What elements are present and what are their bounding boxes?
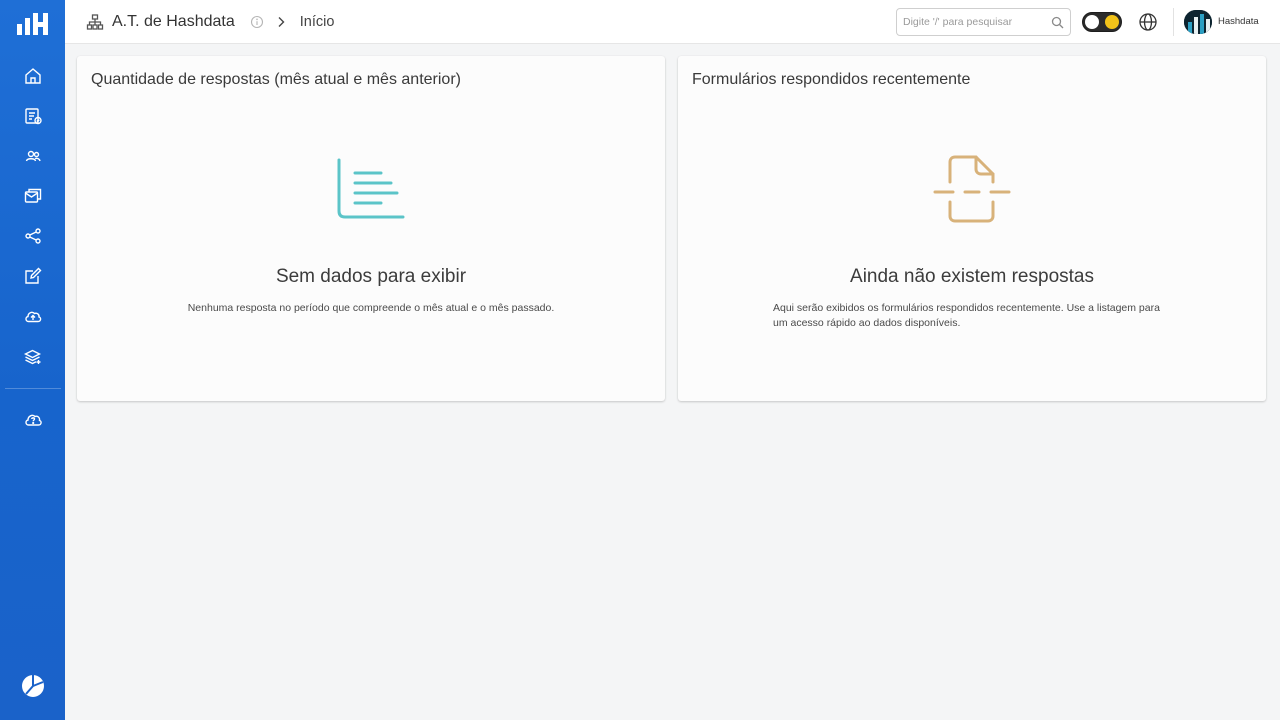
card-title: Formulários respondidos recentemente xyxy=(692,71,971,88)
app-logo[interactable] xyxy=(0,0,65,48)
org-hierarchy-icon[interactable] xyxy=(86,13,104,31)
share-icon xyxy=(24,228,41,244)
sidebar-item-edit[interactable] xyxy=(0,256,65,296)
sidebar-item-users[interactable] xyxy=(0,136,65,176)
theme-toggle[interactable] xyxy=(1082,12,1122,32)
sidebar-item-layers[interactable] xyxy=(0,336,65,376)
forms-check-icon xyxy=(24,108,42,125)
recent-forms-card: Formulários respondidos recentemente Ain… xyxy=(678,56,1266,401)
sidebar-divider xyxy=(4,388,61,389)
empty-state-title: Sem dados para exibir xyxy=(275,266,467,287)
sidebar-item-help[interactable] xyxy=(0,399,65,439)
pie-chart-icon xyxy=(21,675,44,697)
toggle-knob xyxy=(1085,15,1099,29)
empty-state-description: Nenhuma resposta no período que compreen… xyxy=(187,302,555,314)
sidebar-item-home[interactable] xyxy=(0,56,65,96)
empty-state-title: Ainda não existem respostas xyxy=(850,266,1094,287)
edit-icon xyxy=(24,267,41,284)
sidebar-item-upload[interactable] xyxy=(0,296,65,336)
sun-icon xyxy=(1105,15,1119,29)
cloud-upload-icon xyxy=(24,311,41,323)
cloud-help-icon xyxy=(24,414,42,426)
empty-state-description: Aqui serão exibidos os formulários respo… xyxy=(773,302,1160,329)
info-icon[interactable] xyxy=(250,15,264,29)
sidebar-item-forms[interactable] xyxy=(0,96,65,136)
sidebar xyxy=(0,0,65,720)
users-icon xyxy=(25,150,41,162)
hashdata-logo-icon xyxy=(16,13,48,35)
card-title: Quantidade de respostas (mês atual e mês… xyxy=(91,71,461,88)
globe-icon[interactable] xyxy=(1138,12,1158,32)
responses-card: Quantidade de respostas (mês atual e mês… xyxy=(77,56,665,401)
breadcrumb-current[interactable]: Início xyxy=(300,14,335,30)
document-scan-icon xyxy=(933,155,1011,223)
top-header: A.T. de Hashdata Início Hashdata xyxy=(65,0,1280,44)
home-icon xyxy=(24,68,41,84)
inbox-mail-icon xyxy=(24,188,41,203)
org-name[interactable]: A.T. de Hashdata xyxy=(112,13,235,31)
search-icon[interactable] xyxy=(1051,16,1064,29)
header-divider xyxy=(1173,8,1174,36)
user-name[interactable]: Hashdata xyxy=(1218,16,1259,27)
list-chart-icon xyxy=(337,158,405,219)
search-input[interactable] xyxy=(903,16,1048,28)
layers-add-icon xyxy=(23,349,41,365)
sidebar-item-share[interactable] xyxy=(0,216,65,256)
sidebar-bottom-button[interactable] xyxy=(0,674,65,698)
sidebar-item-inbox[interactable] xyxy=(0,176,65,216)
chevron-right-icon xyxy=(274,15,288,29)
avatar[interactable] xyxy=(1184,10,1212,34)
search-box[interactable] xyxy=(896,8,1071,36)
